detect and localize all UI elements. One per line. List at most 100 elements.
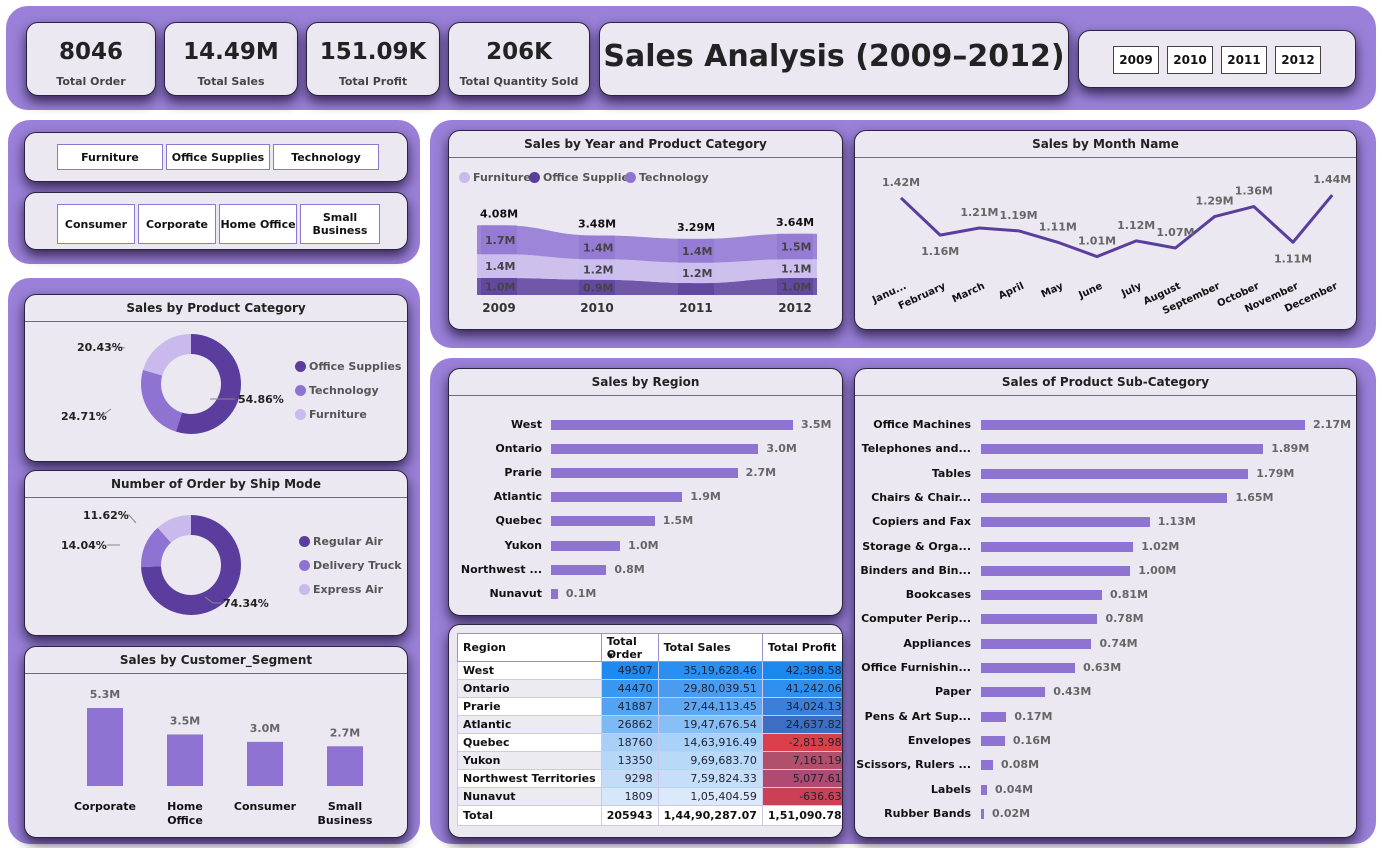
bar[interactable]: [981, 760, 993, 771]
segment-button-consumer[interactable]: Consumer: [57, 204, 135, 244]
cell-total-sales: 9,69,683.70: [657, 751, 763, 770]
column-header-total-profit[interactable]: Total Profit: [761, 633, 842, 662]
bar[interactable]: [551, 540, 621, 551]
bar-value-label: 0.04M: [994, 782, 1034, 796]
table-row[interactable]: West 49507 35,19,628.46 42,398.58: [457, 661, 842, 680]
bar-category-label: Telephones and...: [861, 442, 971, 456]
legend-dot: [295, 385, 306, 396]
segment-bar[interactable]: [327, 746, 363, 786]
year-button-2011[interactable]: 2011: [1221, 46, 1267, 74]
cell-total-sales: 35,19,628.46: [657, 661, 763, 680]
region-table: Region Total Order ▼ Total Sales Total Pr…: [457, 633, 842, 826]
bar[interactable]: [981, 590, 1102, 601]
table-row[interactable]: Yukon 13350 9,69,683.70 7,161.19: [457, 751, 842, 770]
total-value: 1,51,090.78: [761, 805, 842, 826]
legend-dot: [299, 536, 310, 547]
bar[interactable]: [981, 420, 1305, 430]
year-button-2010[interactable]: 2010: [1167, 46, 1213, 74]
slice-label: 11.62%: [83, 509, 129, 522]
bar[interactable]: [981, 565, 1131, 576]
column-header-total-sales[interactable]: Total Sales: [657, 633, 763, 662]
bar[interactable]: [981, 784, 987, 795]
bar[interactable]: [981, 444, 1264, 455]
table-row[interactable]: Ontario 44470 29,80,039.51 41,242.06: [457, 679, 842, 698]
legend-item: Furniture: [295, 408, 367, 421]
bar-category-label: Quebec: [495, 514, 543, 528]
year-button-2009[interactable]: 2009: [1113, 46, 1159, 74]
segment-button-small-business[interactable]: Small Business: [300, 204, 380, 244]
legend-dot: [295, 409, 306, 420]
cell-total-profit: 41,242.06: [761, 679, 842, 698]
bar[interactable]: [551, 468, 738, 479]
bar[interactable]: [981, 735, 1005, 746]
segment-bar[interactable]: [247, 741, 283, 786]
bar[interactable]: [551, 516, 655, 527]
x-tick-label: 2010: [580, 301, 613, 315]
table-row[interactable]: Prarie 41887 27,44,113.45 34,024.13: [457, 697, 842, 716]
region-panel: Sales by Region West 3.5M Ontario 3.0M Prari…: [448, 368, 843, 616]
donut-slice[interactable]: [143, 334, 191, 376]
legend-label: Technology: [309, 384, 379, 397]
bar[interactable]: [551, 492, 683, 503]
bar[interactable]: [551, 444, 759, 455]
bar-category-label: Yukon: [504, 538, 542, 552]
bar-value-label: 1.65M: [1235, 490, 1274, 504]
bar-value-label: 0.16M: [1012, 733, 1051, 747]
table-row[interactable]: Atlantic 26862 19,47,676.54 24,637.82: [457, 715, 842, 734]
year-button-2012[interactable]: 2012: [1275, 46, 1321, 74]
bar-category-label: Northwest ...: [460, 562, 542, 576]
customer-segment-chart: 5.3M Corporate 3.5M HomeOffice 3.0M Consumer 2…: [74, 688, 373, 827]
point-value-label: 1.12M: [1117, 219, 1155, 232]
segment-bar[interactable]: [167, 734, 203, 786]
legend-item: Office Supplies: [295, 360, 401, 373]
total-value: 1,44,90,287.07: [657, 805, 763, 826]
cell-region: Atlantic: [457, 715, 602, 734]
column-header-region[interactable]: Region: [457, 633, 602, 662]
cell-region: Ontario: [457, 679, 602, 698]
bar[interactable]: [981, 687, 1046, 698]
bar[interactable]: [981, 517, 1150, 528]
bar[interactable]: [981, 541, 1134, 552]
bar[interactable]: [551, 420, 793, 430]
bar-category-label: Paper: [935, 685, 971, 699]
segment-button-home-office[interactable]: Home Office: [219, 204, 297, 244]
table-row[interactable]: Nunavut 1809 1,05,404.59 -636.63: [457, 787, 842, 806]
table-row[interactable]: Quebec 18760 14,63,916.49 -2,813.98: [457, 733, 842, 752]
kpi-label: Total Quantity Sold: [459, 75, 579, 88]
legend-label: Regular Air: [313, 535, 383, 548]
segment-value-label: 1.1M: [781, 263, 811, 276]
bar[interactable]: [981, 468, 1249, 479]
point-value-label: 1.42M: [882, 176, 920, 189]
bar[interactable]: [981, 638, 1092, 649]
bar[interactable]: [981, 808, 984, 819]
slice-label: 24.71%: [61, 410, 107, 423]
bar-value-label: 0.02M: [991, 806, 1031, 820]
segment-value-label: 1.4M: [682, 245, 712, 258]
slice-label: 74.34%: [223, 597, 269, 610]
bar-category-label: Envelopes: [907, 733, 971, 747]
bar[interactable]: [981, 663, 1076, 673]
category-button-office-supplies[interactable]: Office Supplies: [166, 144, 270, 170]
kpi-value: 206K: [486, 39, 552, 65]
bar-category-label: Atlantic: [493, 490, 542, 504]
bar-value-label: 0.17M: [1014, 709, 1053, 723]
bar[interactable]: [981, 711, 1007, 722]
segment-button-corporate[interactable]: Corporate: [138, 204, 216, 244]
segment-bar[interactable]: [87, 708, 123, 786]
table-row[interactable]: Northwest Territories 9298 7,59,824.33 5,07…: [457, 769, 842, 788]
bar-category-label: Labels: [930, 782, 971, 796]
x-tick-label: April: [997, 281, 1026, 302]
category-button-furniture[interactable]: Furniture: [57, 144, 163, 170]
bar[interactable]: [981, 614, 1098, 625]
segment-value-label: 1.7M: [485, 234, 515, 247]
column-header-total-order[interactable]: Total Order ▼: [600, 633, 659, 662]
legend-dot: [295, 361, 306, 372]
donut-slice[interactable]: [141, 369, 182, 432]
bar[interactable]: [551, 588, 558, 599]
point-value-label: 1.01M: [1078, 235, 1116, 248]
segment-value-label: 1.2M: [682, 267, 712, 280]
bar[interactable]: [551, 564, 607, 575]
bar[interactable]: [981, 492, 1228, 503]
cell-total-order: 49507: [600, 661, 659, 680]
category-button-technology[interactable]: Technology: [273, 144, 379, 170]
